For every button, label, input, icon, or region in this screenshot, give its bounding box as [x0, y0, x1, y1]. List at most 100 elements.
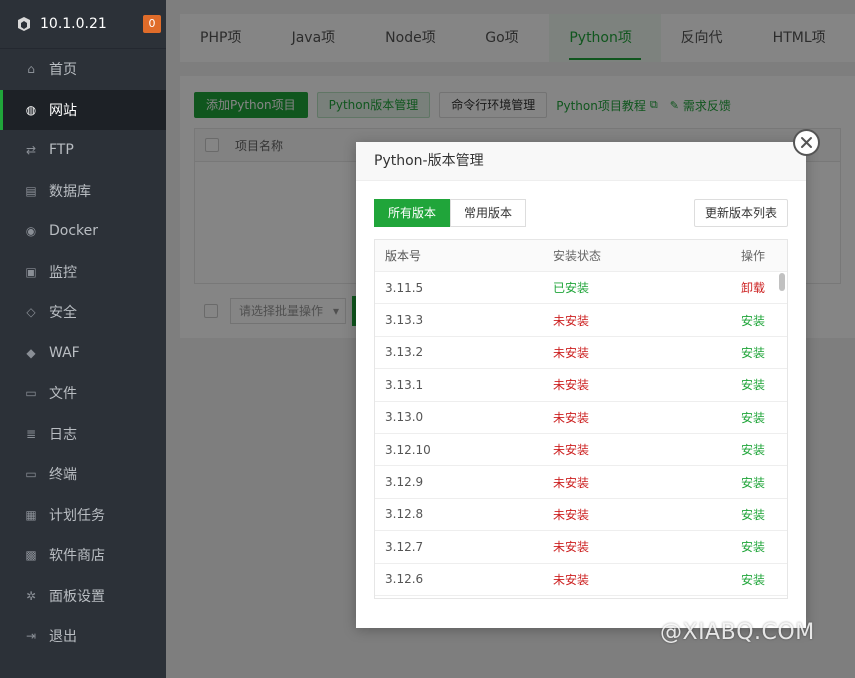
modal-close-button[interactable] — [793, 129, 820, 156]
install-button[interactable]: 安装 — [713, 376, 771, 393]
version-filter-toggle: 所有版本 常用版本 — [374, 199, 527, 227]
globe-icon: ◍ — [25, 102, 37, 117]
version-number: 3.12.6 — [385, 572, 424, 587]
column-action: 操作 — [740, 249, 765, 263]
version-row: 3.13.3 未安装 安装 — [375, 304, 787, 337]
version-number: 3.13.1 — [385, 377, 424, 392]
version-row: 3.13.0 未安装 安装 — [375, 402, 787, 434]
install-button[interactable]: 安装 — [713, 506, 771, 523]
refresh-version-list-button[interactable]: 更新版本列表 — [693, 199, 788, 227]
notification-badge[interactable]: 0 — [143, 15, 161, 33]
sidebar-item-label: 终端 — [49, 467, 77, 484]
sidebar-item-label: FTP — [49, 142, 74, 159]
log-icon: ≣ — [25, 426, 37, 441]
version-number: 3.13.2 — [385, 345, 424, 360]
version-number: 3.12.8 — [385, 507, 424, 522]
version-row: 3.12.9 未安装 安装 — [375, 466, 787, 499]
version-number: 3.12.10 — [385, 442, 431, 457]
gear-icon: ✲ — [25, 588, 37, 603]
sidebar-item[interactable]: ⌂ 首页 — [0, 49, 166, 90]
calendar-icon: ▦ — [25, 507, 37, 522]
close-icon — [801, 137, 812, 148]
sidebar-item-label: 监控 — [49, 264, 77, 281]
sidebar-item[interactable]: ▤ 数据库 — [0, 171, 166, 212]
apps-icon: ▩ — [25, 548, 37, 563]
python-version-modal: Python-版本管理 所有版本 常用版本 更新版本列表 版本号 安装状态 操作… — [356, 142, 806, 628]
sidebar-item-label: 退出 — [49, 629, 77, 646]
sidebar-item[interactable]: ▦ 计划任务 — [0, 495, 166, 536]
sidebar-item[interactable]: ◆ WAF — [0, 333, 166, 374]
sidebar-item[interactable]: ▭ 终端 — [0, 454, 166, 495]
install-status: 未安装 — [553, 378, 590, 393]
folder-icon: ▭ — [25, 386, 37, 401]
watermark-text: @XIABQ.COM — [660, 620, 815, 645]
install-button[interactable]: 安装 — [713, 344, 771, 361]
home-icon: ⌂ — [27, 62, 35, 77]
install-status: 未安装 — [553, 475, 590, 490]
version-row: 3.13.1 未安装 安装 — [375, 369, 787, 402]
sidebar-item-label: 网站 — [49, 102, 77, 119]
install-button[interactable]: 安装 — [713, 571, 771, 588]
sidebar-header: 10.1.0.21 0 — [0, 0, 166, 49]
sidebar-item[interactable]: ⇄ FTP — [0, 130, 166, 171]
version-number: 3.12.9 — [385, 475, 424, 490]
monitor-icon: ▣ — [25, 264, 37, 279]
logout-icon: ⇥ — [25, 629, 37, 644]
sidebar-item-label: 日志 — [49, 426, 77, 443]
install-status: 未安装 — [553, 313, 590, 328]
sidebar-item[interactable]: ▩ 软件商店 — [0, 535, 166, 576]
version-table-scrollbar[interactable] — [779, 273, 785, 291]
sidebar-item-label: WAF — [49, 344, 80, 361]
docker-icon: ◉ — [25, 224, 37, 239]
install-status: 未安装 — [553, 443, 590, 458]
sidebar-item-label: 首页 — [49, 62, 77, 79]
version-table: 版本号 安装状态 操作 3.11.5 已安装 卸载 3.13.3 未安装 安装 3.13.2… — [374, 239, 788, 599]
version-row: 3.13.2 未安装 安装 — [375, 337, 787, 370]
sidebar-item-label: 数据库 — [49, 183, 91, 200]
modal-title: Python-版本管理 — [356, 142, 806, 181]
sidebar-item-label: 安全 — [49, 305, 77, 322]
sidebar-item-label: Docker — [49, 223, 99, 240]
sidebar-item-label: 文件 — [49, 386, 77, 403]
sidebar-item[interactable]: ◍ 网站 — [0, 89, 166, 130]
install-status: 未安装 — [553, 540, 590, 555]
terminal-icon: ▭ — [25, 467, 37, 482]
version-table-header: 版本号 安装状态 操作 — [375, 240, 787, 272]
version-row: 3.12.8 未安装 安装 — [375, 499, 787, 532]
ftp-icon: ⇄ — [25, 143, 37, 158]
install-status: 未安装 — [553, 345, 590, 360]
sidebar-item[interactable]: ▣ 监控 — [0, 252, 166, 293]
install-status: 未安装 — [553, 410, 590, 425]
install-button[interactable]: 安装 — [713, 474, 771, 491]
install-button[interactable]: 安装 — [713, 538, 771, 555]
sidebar-item[interactable]: ✲ 面板设置 — [0, 576, 166, 617]
column-status: 安装状态 — [553, 249, 602, 263]
sidebar-item[interactable]: ⇥ 退出 — [0, 616, 166, 657]
install-button[interactable]: 安装 — [713, 312, 771, 329]
sidebar-item[interactable]: ◇ 安全 — [0, 292, 166, 333]
server-logo-icon — [16, 16, 32, 32]
common-versions-button[interactable]: 常用版本 — [450, 199, 527, 227]
version-number: 3.13.0 — [385, 410, 424, 425]
host-address: 10.1.0.21 — [40, 16, 107, 32]
sidebar: 10.1.0.21 0 ⌂ 首页 ◍ 网站 ⇄ FTP ▤ 数据库 ◉ Docker ▣ 监控 ◇ 安全 ◆… — [0, 0, 166, 678]
sidebar-item-label: 计划任务 — [49, 507, 105, 524]
install-status: 未安装 — [553, 572, 590, 587]
version-number: 3.12.7 — [385, 539, 424, 554]
waf-shield-icon: ◆ — [26, 345, 36, 360]
version-number: 3.13.3 — [385, 313, 424, 328]
sidebar-item[interactable]: ≣ 日志 — [0, 414, 166, 455]
all-versions-button[interactable]: 所有版本 — [374, 199, 451, 227]
install-button[interactable]: 安装 — [713, 409, 771, 426]
install-status: 未安装 — [553, 507, 590, 522]
sidebar-item-label: 面板设置 — [49, 588, 105, 605]
install-status: 已安装 — [553, 281, 590, 296]
version-row: 3.12.10 未安装 安装 — [375, 434, 787, 467]
column-version: 版本号 — [385, 249, 422, 263]
uninstall-button[interactable]: 卸载 — [713, 279, 771, 296]
sidebar-item[interactable]: ◉ Docker — [0, 211, 166, 252]
install-button[interactable]: 安装 — [713, 441, 771, 458]
version-row: 3.11.5 已安装 卸载 — [375, 272, 787, 305]
version-number: 3.11.5 — [385, 280, 424, 295]
sidebar-item[interactable]: ▭ 文件 — [0, 373, 166, 414]
